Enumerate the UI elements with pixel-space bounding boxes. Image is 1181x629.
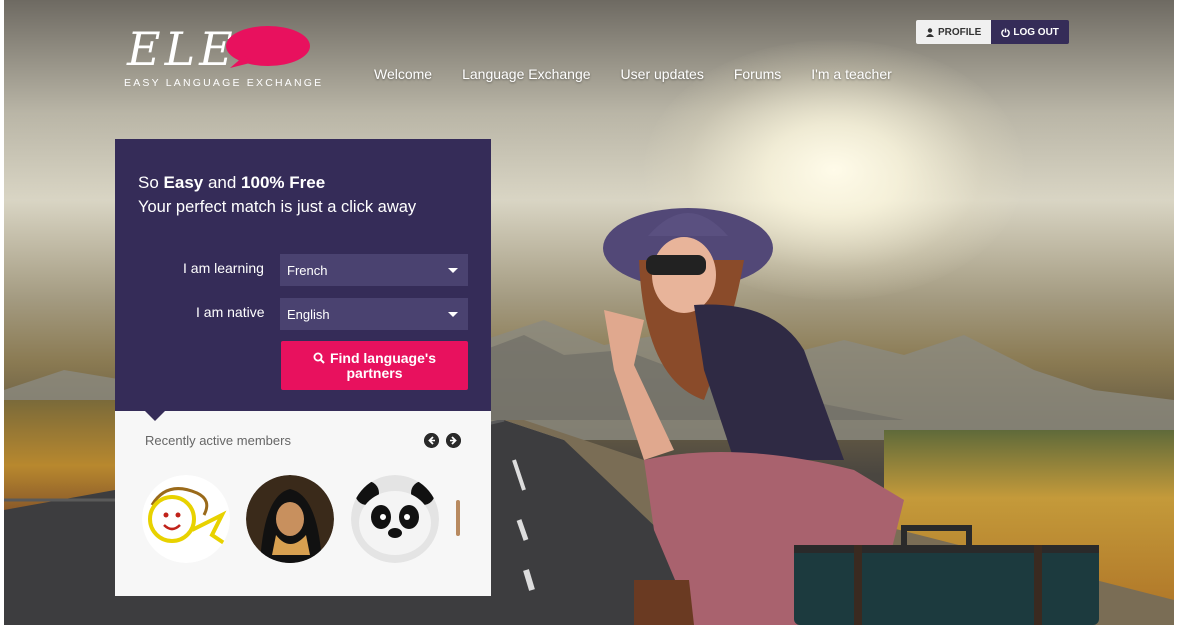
headline-secondary: Your perfect match is just a click away — [138, 198, 417, 216]
speech-bubble-icon — [226, 26, 310, 68]
profile-button[interactable]: PROFILE — [916, 20, 992, 44]
members-title: Recently active members — [145, 433, 291, 448]
panel-pointer — [145, 411, 165, 421]
search-icon — [313, 352, 325, 364]
logo-text[interactable]: ELE — [127, 24, 237, 74]
logo-tagline: EASY LANGUAGE EXCHANGE — [124, 77, 324, 89]
learning-select[interactable]: French — [280, 254, 468, 286]
member-avatar-3[interactable] — [351, 475, 439, 563]
nav-forums[interactable]: Forums — [734, 66, 781, 82]
caret-down-icon — [448, 268, 458, 273]
nav-language-exchange[interactable]: Language Exchange — [462, 66, 590, 82]
nav-user-updates[interactable]: User updates — [621, 66, 704, 82]
learning-value: French — [287, 262, 328, 278]
account-buttons: PROFILE LOG OUT — [916, 20, 1069, 44]
profile-label: PROFILE — [938, 26, 982, 38]
native-value: English — [287, 306, 330, 322]
find-partners-button[interactable]: Find language's partners — [281, 341, 468, 390]
headline-primary: So Easy and 100% Free — [138, 173, 326, 192]
caret-down-icon — [448, 312, 458, 317]
member-avatar-2[interactable] — [246, 475, 334, 563]
find-label-line2: partners — [346, 365, 403, 381]
main-nav: Welcome Language Exchange User updates F… — [374, 66, 892, 82]
native-select[interactable]: English — [280, 298, 468, 330]
member-avatar-4-partial[interactable] — [456, 500, 460, 536]
chevron-right-icon[interactable] — [446, 433, 461, 448]
native-label: I am native — [196, 304, 265, 320]
learning-label: I am learning — [183, 260, 264, 276]
suitcase-illustration — [794, 525, 1099, 625]
logout-label: LOG OUT — [1013, 26, 1059, 38]
user-icon — [926, 27, 934, 37]
find-label-line1: Find language's — [329, 350, 436, 366]
nav-welcome[interactable]: Welcome — [374, 66, 432, 82]
member-avatar-1[interactable] — [142, 475, 230, 563]
logout-button[interactable]: LOG OUT — [991, 20, 1069, 44]
chevron-left-icon[interactable] — [424, 433, 439, 448]
nav-teacher[interactable]: I'm a teacher — [811, 66, 892, 82]
power-icon — [1001, 27, 1011, 37]
